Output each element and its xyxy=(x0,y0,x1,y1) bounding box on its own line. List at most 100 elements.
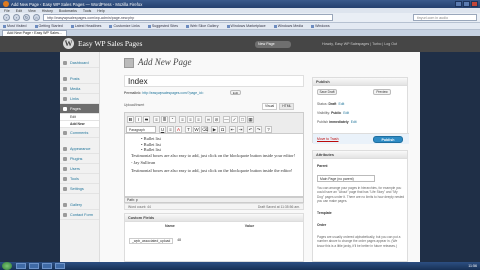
start-button[interactable] xyxy=(2,262,12,270)
publish-button[interactable]: Publish xyxy=(373,136,403,143)
bookmark-item[interactable]: Web Slice Gallery xyxy=(186,24,219,28)
fullscreen-icon[interactable]: □ xyxy=(239,116,246,123)
format-select[interactable]: Paragraph xyxy=(126,126,156,133)
permalink-edit-button[interactable]: Edit xyxy=(230,90,241,95)
taskbar-app[interactable] xyxy=(42,263,52,269)
content-editor[interactable]: • Bullet list • Bullet list • Bullet lis… xyxy=(124,134,304,197)
custom-field-value[interactable]: 48 xyxy=(177,238,181,244)
sidebar-item-contact-form[interactable]: Contact Form xyxy=(60,210,99,220)
align-center-icon[interactable]: ≡ xyxy=(187,116,194,123)
sidebar-item-pages[interactable]: Pages xyxy=(60,104,99,114)
new-page-button[interactable]: New Page xyxy=(255,41,291,48)
menu-history[interactable]: History xyxy=(42,9,53,13)
help-icon[interactable]: ? xyxy=(265,126,272,133)
sidebar-item-users[interactable]: Users xyxy=(60,164,99,174)
align-right-icon[interactable]: ≡ xyxy=(195,116,202,123)
bookmark-item[interactable]: Latest Headlines xyxy=(71,24,102,28)
publish-time-edit-link[interactable]: Edit xyxy=(351,120,357,124)
embed-media-icon[interactable]: ▶ xyxy=(211,126,218,133)
outdent-icon[interactable]: ⇤ xyxy=(229,126,236,133)
status-edit-link[interactable]: Edit xyxy=(338,102,344,106)
spellcheck-icon[interactable]: ✓ xyxy=(231,116,238,123)
taskbar-app[interactable] xyxy=(16,263,26,269)
sidebar-item-settings[interactable]: Settings xyxy=(60,184,99,194)
close-button[interactable] xyxy=(471,1,478,7)
taskbar-app[interactable] xyxy=(29,263,39,269)
post-title-input[interactable]: Index xyxy=(124,75,304,87)
wordpress-logo-icon[interactable]: W xyxy=(63,38,74,49)
taskbar-app[interactable] xyxy=(55,263,65,269)
forward-icon[interactable]: › xyxy=(13,14,20,21)
align-left-icon[interactable]: ≡ xyxy=(179,116,186,123)
text-color-icon[interactable]: A xyxy=(175,126,182,133)
user-links[interactable]: Howdy, Easy WP Salespages | Turbo | Log … xyxy=(322,42,397,46)
bold-icon[interactable]: B xyxy=(127,116,134,123)
custom-field-key[interactable]: _wpb_associated_upload xyxy=(129,238,174,244)
reload-icon[interactable]: ↻ xyxy=(23,14,30,21)
bookmark-item[interactable]: Windows Marketplace xyxy=(227,24,266,28)
menu-file[interactable]: File xyxy=(4,9,10,13)
preview-button[interactable]: Preview xyxy=(373,89,391,95)
clear-format-icon[interactable]: ⌫ xyxy=(201,126,208,133)
attributes-heading[interactable]: Attributes xyxy=(313,151,407,159)
sidebar-item-gallery[interactable]: Gallery xyxy=(60,200,99,210)
parent-select[interactable]: Main Page (no parent) xyxy=(317,175,375,182)
underline-icon[interactable]: U xyxy=(159,126,166,133)
word-count: Word count: 44 xyxy=(128,205,151,209)
sidebar-item-tools[interactable]: Tools xyxy=(60,174,99,184)
bookmark-item[interactable]: Windows xyxy=(311,24,330,28)
more-icon[interactable]: — xyxy=(223,116,230,123)
justify-icon[interactable]: ≡ xyxy=(167,126,174,133)
sidebar-subitem-add-new[interactable]: Add New xyxy=(60,121,99,128)
visibility-row: Visibility: Public Edit xyxy=(317,111,350,115)
bookmark-item[interactable]: Getting Started xyxy=(35,24,63,28)
custom-fields-heading[interactable]: Custom Fields xyxy=(125,214,303,222)
bullet-list-icon[interactable]: ≡ xyxy=(153,116,160,123)
sidebar-item-media[interactable]: Media xyxy=(60,84,99,94)
bookmark-item[interactable]: Suggested Sites xyxy=(148,24,178,28)
sidebar-subitem-edit[interactable]: Edit xyxy=(60,114,99,121)
tab-html[interactable]: HTML xyxy=(279,103,295,110)
menu-tools[interactable]: Tools xyxy=(83,9,91,13)
undo-icon[interactable]: ↶ xyxy=(247,126,254,133)
permalink-url[interactable]: http://easywpsalespages.com/?page_id= xyxy=(142,91,203,95)
sidebar-item-links[interactable]: Links xyxy=(60,94,99,104)
save-draft-button[interactable]: Save Draft xyxy=(317,89,337,95)
maximize-button[interactable] xyxy=(463,1,470,7)
sidebar-item-posts[interactable]: Posts xyxy=(60,74,99,84)
paste-text-icon[interactable]: T xyxy=(185,126,192,133)
back-icon[interactable]: ‹ xyxy=(3,14,10,21)
sidebar-item-dashboard[interactable]: Dashboard xyxy=(60,58,99,68)
blockquote-icon[interactable]: “ xyxy=(169,116,176,123)
sidebar-item-plugins[interactable]: Plugins xyxy=(60,154,99,164)
tab-visual[interactable]: Visual xyxy=(262,103,278,110)
minimize-button[interactable] xyxy=(455,1,462,7)
menu-bookmarks[interactable]: Bookmarks xyxy=(59,9,77,13)
bookmark-item[interactable]: Windows Media xyxy=(274,24,303,28)
address-bar[interactable]: http://easywpsalespages.com/wp-admin/pag… xyxy=(43,14,333,21)
publish-heading[interactable]: Publish xyxy=(313,78,407,86)
kitchen-sink-icon[interactable]: ▦ xyxy=(247,116,254,123)
redo-icon[interactable]: ↷ xyxy=(255,126,262,133)
menu-edit[interactable]: Edit xyxy=(16,9,22,13)
site-name[interactable]: Easy WP Sales Pages xyxy=(78,39,142,48)
search-input[interactable]: tinyurl.com in audio xyxy=(413,14,477,21)
move-to-trash-link[interactable]: Move to Trash xyxy=(317,137,338,141)
link-icon[interactable]: ∞ xyxy=(205,116,212,123)
visibility-edit-link[interactable]: Edit xyxy=(343,111,349,115)
sidebar-item-appearance[interactable]: Appearance xyxy=(60,144,99,154)
special-char-icon[interactable]: Ω xyxy=(219,126,226,133)
menu-help[interactable]: Help xyxy=(97,9,104,13)
bookmark-item[interactable]: Most Visited xyxy=(3,24,27,28)
bookmark-item[interactable]: Customize Links xyxy=(109,24,139,28)
sidebar-item-comments[interactable]: Comments xyxy=(60,128,99,138)
numbered-list-icon[interactable]: ≣ xyxy=(161,116,168,123)
italic-icon[interactable]: I xyxy=(135,116,142,123)
paste-word-icon[interactable]: W xyxy=(193,126,200,133)
strikethrough-icon[interactable]: S xyxy=(143,116,150,123)
home-icon[interactable]: ⌂ xyxy=(33,14,40,21)
indent-icon[interactable]: ⇥ xyxy=(237,126,244,133)
upload-insert[interactable]: Upload/Insert xyxy=(124,103,144,107)
menu-view[interactable]: View xyxy=(28,9,36,13)
unlink-icon[interactable]: ⊘ xyxy=(213,116,220,123)
